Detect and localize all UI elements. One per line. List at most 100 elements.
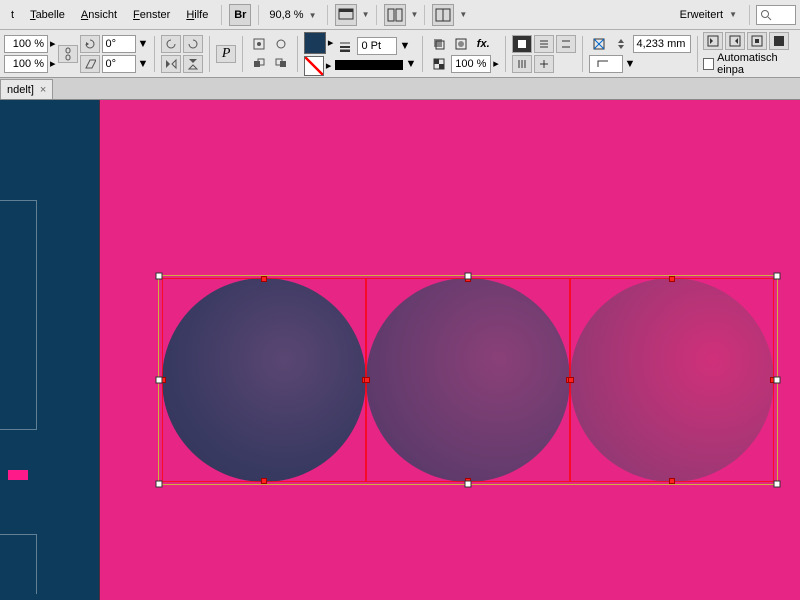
fx-button[interactable]: fx. [473,35,493,53]
stroke-opacity-input[interactable]: 100 % [451,55,491,73]
shear-angle[interactable]: 0° [102,55,136,73]
menu-item-hilfe[interactable]: Hilfe [179,6,215,24]
opacity-icon [429,55,449,73]
autofit-checkbox[interactable] [703,58,714,70]
stepper-up-down[interactable] [611,35,631,53]
search-icon [760,9,772,21]
link-button[interactable] [58,45,78,63]
type-on-path-button[interactable]: P [216,45,236,63]
fill-swatch[interactable] [304,32,326,54]
stroke-style-dropdown[interactable] [335,60,403,70]
opacity-1[interactable]: 100 % [4,35,48,53]
rotate-cw-button[interactable] [161,35,181,53]
wrap-button-4[interactable] [512,55,532,73]
center-icon [751,35,763,47]
fit-content-icon [707,35,719,47]
arrange-icon [387,8,403,22]
fit-frame-button[interactable] [725,32,745,50]
resize-handle-sw[interactable] [156,481,163,488]
document-tab[interactable]: ndelt] × [0,79,53,99]
document-tab-bar: ndelt] × [0,78,800,100]
resize-handle-n[interactable] [465,273,472,280]
corner-icon [596,59,616,69]
separator [376,5,377,25]
wrap-button-3[interactable] [556,35,576,53]
arrange-button-1[interactable] [384,4,406,26]
search-input[interactable] [756,5,796,25]
page-edge-guide [99,100,100,600]
stroke-weight-input[interactable]: 0 Pt [357,37,397,55]
document-tab-title: ndelt] [7,84,34,96]
select-container-button[interactable] [249,35,269,53]
select-content-button[interactable] [271,35,291,53]
corner-options[interactable] [589,55,623,73]
close-tab-button[interactable]: × [40,84,46,96]
separator [424,5,425,25]
flip-h-button[interactable] [161,55,181,73]
rotate-ccw-button-2[interactable] [183,35,203,53]
fit-content-button[interactable] [703,32,723,50]
arrange-button-2[interactable] [432,4,454,26]
effects-button-1[interactable] [429,35,449,53]
wrap-col-icon [516,58,528,70]
flip-h-icon [165,58,177,70]
resize-handle-se[interactable] [774,481,781,488]
stroke-weight-icon [335,37,355,55]
wrap-button-5[interactable] [534,55,554,73]
flip-v-button[interactable] [183,55,203,73]
view-mode-button[interactable] [335,4,357,26]
layout-icon [435,8,451,22]
separator [258,5,259,25]
page-thumbnail-outline-2 [0,534,37,594]
resize-handle-s[interactable] [465,481,472,488]
opacity-2[interactable]: 100 % [4,55,48,73]
resize-handle-nw[interactable] [156,273,163,280]
resize-handle-ne[interactable] [774,273,781,280]
resize-handle-w[interactable] [156,377,163,384]
menu-item-ansicht[interactable]: Ansicht [74,6,124,24]
select-container-icon [252,37,266,51]
page-thumbnail-outline [0,200,37,430]
control-bar: 100 %▸ 100 %▸ 0°▼ 0°▼ P ▸ ▸ [0,30,800,78]
bridge-button[interactable]: Br [229,4,251,26]
wrap-jump-icon [560,38,572,50]
wrap-button-1[interactable] [512,35,532,53]
zoom-level[interactable]: 90,8 % ▼ [269,9,316,21]
autofit-label: Automatisch einpa [717,52,796,76]
page-element-marker [8,470,28,480]
flip-v-icon [187,58,199,70]
select-prev-button[interactable] [249,55,269,73]
prev-object-icon [252,57,266,71]
menu-item-t[interactable]: t [4,6,21,24]
wrap-shape-icon [538,38,550,50]
measurement-input[interactable]: 4,233 mm [633,35,691,53]
rotate-cw-icon [165,38,177,50]
center-content-button[interactable] [747,32,767,50]
select-next-button[interactable] [271,55,291,73]
pasteboard [0,100,100,600]
separator [327,5,328,25]
shear-button[interactable] [80,55,100,73]
wrap-bounding-icon [516,38,528,50]
frame-fitting-icon [589,35,609,53]
no-stroke-swatch[interactable] [304,56,324,76]
rotation-angle-1[interactable]: 0° [102,35,136,53]
effects-button-2[interactable] [451,35,471,53]
canvas[interactable] [0,100,800,600]
menu-item-fenster[interactable]: Fenster [126,6,177,24]
rotate-ccw-icon [187,38,199,50]
menu-item-tabelle[interactable]: Tabelle [23,6,72,24]
select-content-icon [274,37,288,51]
shadow-icon [432,37,446,51]
fill-frame-button[interactable] [769,32,789,50]
feather-icon [454,37,468,51]
resize-handle-e[interactable] [774,377,781,384]
shear-icon [84,58,96,70]
selection-bounding-box[interactable] [158,275,778,485]
next-object-icon [274,57,288,71]
rotate-icon [84,38,96,50]
fit-frame-icon [729,35,741,47]
wrap-button-2[interactable] [534,35,554,53]
workspace-switcher[interactable]: Erweitert ▼ [674,7,743,23]
rotate-ccw-button[interactable] [80,35,100,53]
